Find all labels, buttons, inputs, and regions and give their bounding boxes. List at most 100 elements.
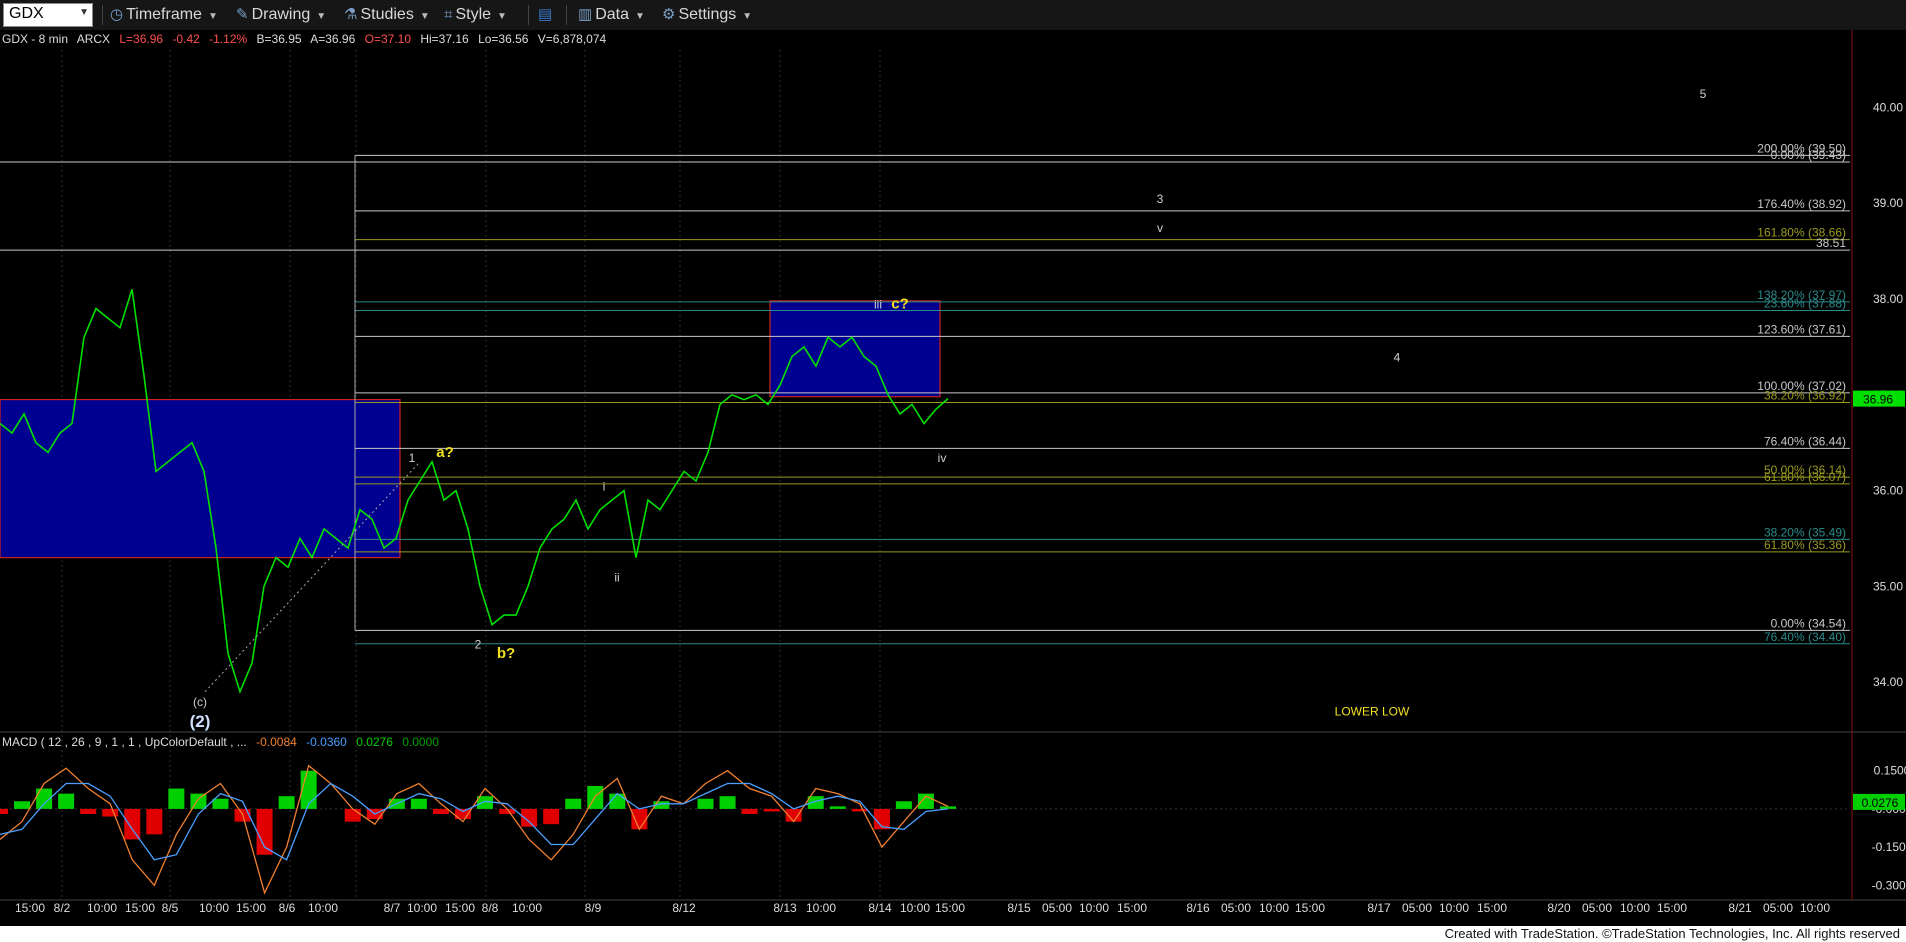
fib-label: 38.20% (36.92): [1764, 388, 1846, 402]
bar-chart-icon: ▥: [578, 6, 593, 23]
macd-value-1: -0.0084: [256, 735, 297, 749]
wave-label: 2: [475, 638, 482, 652]
x-tick-label: 10:00: [1620, 901, 1650, 915]
macd-hist-bar: [344, 808, 361, 822]
macd-hist-bar: [543, 808, 560, 825]
y-tick-label: 35.00: [1873, 579, 1903, 593]
y-tick-label: 39.00: [1873, 196, 1903, 210]
x-tick-label: 05:00: [1763, 901, 1793, 915]
fib-label: 61.80% (36.07): [1764, 470, 1846, 484]
macd-y-tick-label: -0.1500: [1872, 840, 1906, 854]
symbol-selector[interactable]: GDX ▼: [3, 3, 93, 27]
macd-hist-bar: [609, 793, 626, 809]
macd-hist-bar: [14, 801, 31, 809]
x-tick-label: 15:00: [935, 901, 965, 915]
timeframe-menu[interactable]: ◷ Timeframe ▼: [110, 5, 218, 25]
svg-text:MACD ( 12 , 26 , 9 , 1 , 1 , U: MACD ( 12 , 26 , 9 , 1 , 1 , UpColorDefa…: [2, 735, 439, 749]
macd-hist-bar: [58, 793, 75, 809]
header-last: L=36.96: [119, 32, 163, 46]
macd-hist-bar: [741, 808, 758, 814]
style-label: Style: [455, 6, 492, 23]
fib-label: 123.60% (37.61): [1757, 322, 1846, 336]
macd-hist-bar: [940, 806, 956, 809]
header-volume: V=6,878,074: [538, 32, 607, 46]
wave-label: v: [1157, 221, 1163, 235]
y-tick-label: 40.00: [1873, 100, 1903, 114]
fib-label: 23.60% (37.88): [1764, 297, 1846, 311]
wave-label: iv: [938, 451, 947, 465]
toolbar: GDX ▼ ◷ Timeframe ▼ ✎ Drawing ▼ ⚗ Studies ▼ ⌗ S…: [0, 0, 1906, 31]
x-tick-label: 15:00: [1657, 901, 1687, 915]
x-tick-label: 8/15: [1007, 901, 1031, 915]
flask-icon: ⚗: [344, 6, 358, 23]
chevron-down-icon: ▼: [497, 11, 507, 22]
studies-menu[interactable]: ⚗ Studies ▼: [344, 5, 430, 25]
x-tick-label: 15:00: [1477, 901, 1507, 915]
macd-hist-bar: [697, 798, 714, 809]
range-box: [0, 398, 401, 559]
fib-label: 38.51: [1816, 236, 1846, 250]
wave-label: 4: [1394, 350, 1401, 364]
x-tick-label: 8/13: [773, 901, 797, 915]
macd-hist-bar: [168, 788, 185, 809]
header-high: Hi=37.16: [420, 32, 469, 46]
data-label: Data: [595, 6, 629, 23]
x-tick-label: 10:00: [512, 901, 542, 915]
macd-hist-bar: [256, 808, 273, 855]
style-icon: ⌗: [444, 6, 453, 23]
wave-label: 5: [1700, 87, 1707, 101]
x-tick-label: 10:00: [87, 901, 117, 915]
macd-value-2: -0.0360: [306, 735, 347, 749]
macd-hist-bar: [80, 808, 97, 814]
style-menu[interactable]: ⌗ Style ▼: [444, 5, 507, 25]
header-bid: B=36.95: [257, 32, 302, 46]
layout-button[interactable]: ▤: [538, 5, 555, 25]
y-tick-label: 38.00: [1873, 292, 1903, 306]
header-change: -0.42: [172, 32, 200, 46]
y-tick-label: 36.00: [1873, 484, 1903, 498]
wave-label: 1: [409, 451, 416, 465]
header-open: O=37.10: [365, 32, 412, 46]
chevron-down-icon[interactable]: ▼: [79, 7, 89, 18]
x-tick-label: 10:00: [1800, 901, 1830, 915]
x-tick-label: 8/8: [482, 901, 499, 915]
macd-current-label: 0.0276: [1862, 796, 1899, 810]
wave-label: LOWER LOW: [1335, 705, 1410, 719]
fib-label: 61.80% (35.36): [1764, 538, 1846, 552]
macd-hist-bar: [829, 806, 846, 809]
x-tick-label: 10:00: [1079, 901, 1109, 915]
macd-hist-bar: [278, 796, 295, 809]
layout-icon: ▤: [538, 6, 553, 23]
price-chart[interactable]: 200.00% (39.50)0.00% (39.43)176.40% (38.…: [0, 30, 1906, 926]
x-tick-label: 10:00: [1259, 901, 1289, 915]
wave-label: iii: [874, 298, 882, 312]
x-tick-label: 8/9: [585, 901, 602, 915]
x-tick-label: 8/17: [1367, 901, 1391, 915]
wave-label: c?: [891, 296, 909, 313]
fib-label: 76.40% (36.44): [1764, 434, 1846, 448]
chevron-down-icon: ▼: [634, 11, 645, 22]
chevron-down-icon: ▼: [316, 11, 327, 22]
pencil-icon: ✎: [236, 6, 249, 23]
current-price-label: 36.96: [1863, 393, 1893, 407]
x-tick-label: 8/2: [54, 901, 71, 915]
x-tick-label: 10:00: [900, 901, 930, 915]
range-box: [769, 300, 941, 398]
macd-hist-bar: [146, 808, 163, 835]
header-symbol: GDX - 8 min: [2, 32, 68, 46]
symbol-value: GDX: [9, 5, 44, 22]
chevron-down-icon: ▼: [207, 11, 218, 22]
header-low: Lo=36.56: [478, 32, 529, 46]
fib-label: 76.40% (34.40): [1764, 630, 1846, 644]
x-tick-label: 15:00: [1117, 901, 1147, 915]
x-tick-label: 8/6: [279, 901, 296, 915]
drawing-label: Drawing: [251, 6, 311, 23]
timeframe-label: Timeframe: [126, 6, 202, 23]
fib-label: 0.00% (39.43): [1771, 148, 1846, 162]
settings-menu[interactable]: ⚙ Settings ▼: [662, 5, 752, 25]
drawing-menu[interactable]: ✎ Drawing ▼: [236, 5, 326, 25]
chevron-down-icon: ▼: [419, 11, 430, 22]
data-menu[interactable]: ▥ Data ▼: [578, 5, 645, 25]
wave-label: 3: [1157, 192, 1164, 206]
chevron-down-icon: ▼: [742, 11, 753, 22]
